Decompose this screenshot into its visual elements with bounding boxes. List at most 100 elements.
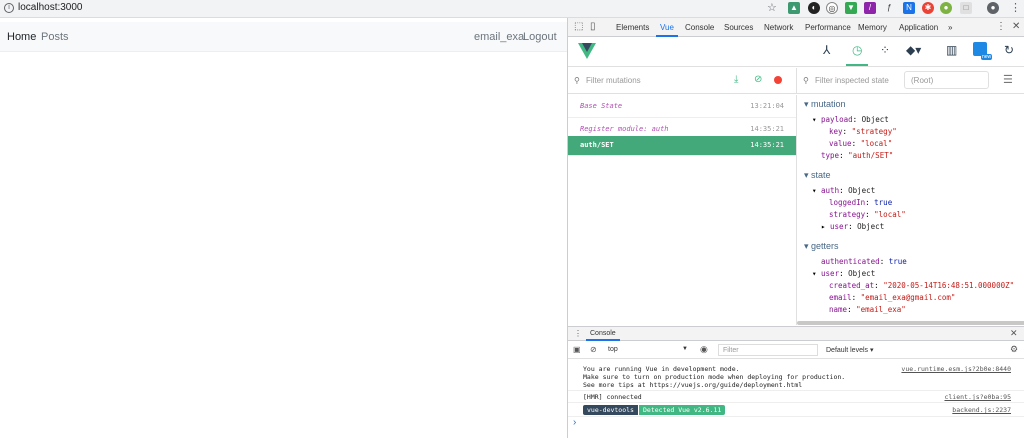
- revert-all-icon[interactable]: ⊘: [754, 74, 762, 85]
- authenticated-value: true: [888, 257, 907, 266]
- created-at-row: created_at: "2020-05-14T16:48:51.000000Z…: [829, 281, 1015, 290]
- payload-type: Object: [861, 115, 889, 124]
- components-tab-icon[interactable]: ⅄: [823, 43, 830, 57]
- mutation-row[interactable]: Base State 13:21:04: [568, 95, 796, 118]
- mutation-row-active[interactable]: auth/SET 14:35:21: [568, 136, 796, 156]
- star-icon[interactable]: ☆: [767, 1, 777, 14]
- tab-elements[interactable]: Elements: [616, 23, 649, 32]
- console-drawer: ⋮ Console ✕ ▣ ⊘ top ▼ ◉ Filter Default l…: [568, 326, 1024, 438]
- info-icon[interactable]: i: [4, 2, 14, 13]
- key-value: "strategy": [851, 127, 897, 136]
- console-settings-icon[interactable]: ⚙: [1010, 344, 1018, 355]
- events-tab-icon[interactable]: ⁘: [880, 43, 890, 57]
- mutations-filter-input[interactable]: Filter mutations: [586, 76, 641, 85]
- strategy-row: strategy: "local": [829, 210, 906, 219]
- getter-user-row[interactable]: ▾ user: Object: [812, 269, 875, 278]
- state-section-title[interactable]: ▾ state: [804, 170, 831, 181]
- root-selector[interactable]: (Root): [904, 71, 989, 89]
- eye-icon[interactable]: ◉: [700, 344, 708, 355]
- mutation-time: 14:35:21: [750, 141, 784, 149]
- inspect-icon[interactable]: ⬚: [574, 21, 583, 32]
- state-section-label: state: [811, 170, 831, 180]
- tab-network[interactable]: Network: [764, 23, 793, 32]
- nav-posts-link[interactable]: Posts: [41, 31, 69, 43]
- extension-cookie-icon[interactable]: ◎: [826, 2, 838, 14]
- name-row: name: "email_exa": [829, 305, 906, 314]
- sidebar-toggle-icon[interactable]: ▣: [573, 345, 581, 354]
- commit-all-icon[interactable]: ⤓: [734, 74, 738, 85]
- tab-console[interactable]: Console: [685, 23, 714, 32]
- type-row: type: "auth/SET": [821, 151, 894, 160]
- more-tabs-button[interactable]: »: [948, 23, 952, 32]
- state-filter-input[interactable]: Filter inspected state: [815, 76, 889, 85]
- refresh-icon[interactable]: ↻: [1004, 43, 1014, 57]
- extension-grey-icon[interactable]: □: [960, 2, 972, 14]
- console-message: You are running Vue in development mode.: [583, 365, 740, 373]
- menu-icon[interactable]: ⋮: [1010, 1, 1021, 14]
- payload-row[interactable]: ▾ payload: Object: [812, 115, 889, 124]
- console-divider: [568, 390, 1024, 391]
- console-prompt[interactable]: ›: [573, 417, 576, 428]
- clear-console-icon[interactable]: ⊘: [590, 345, 597, 354]
- vue-logo-icon: [578, 43, 596, 59]
- drawer-menu-icon[interactable]: ⋮: [574, 329, 582, 338]
- console-source-link[interactable]: backend.js:2237: [952, 406, 1011, 414]
- nav-home-link[interactable]: Home: [7, 31, 36, 43]
- devtools-close-icon[interactable]: ✕: [1012, 21, 1020, 32]
- getters-section-title[interactable]: ▾ getters: [804, 241, 839, 252]
- extension-circle-icon[interactable]: ◐: [808, 2, 820, 14]
- nav-user-link[interactable]: email_exa: [474, 31, 524, 43]
- profile-icon[interactable]: ●: [987, 2, 999, 14]
- strategy-value: "local": [874, 210, 906, 219]
- payload-value-row: value: "local": [829, 139, 893, 148]
- mutation-time: 14:35:21: [750, 125, 784, 133]
- extension-function-icon[interactable]: ƒ: [883, 2, 895, 14]
- console-drawer-tab[interactable]: Console: [590, 330, 616, 337]
- browser-toolbar: i localhost:3000 ☆ ▲ ◐ ◎ ▼ / ƒ N ✱ ● □ ●…: [0, 0, 1024, 18]
- value-key: value: [829, 139, 852, 148]
- address-bar[interactable]: i localhost:3000: [4, 2, 83, 13]
- tab-memory[interactable]: Memory: [858, 23, 887, 32]
- extension-ball-icon[interactable]: ●: [940, 2, 952, 14]
- url-text[interactable]: localhost:3000: [18, 2, 83, 13]
- filter-lines-icon[interactable]: ☰: [1003, 73, 1013, 86]
- auth-row[interactable]: ▾ auth: Object: [812, 186, 875, 195]
- console-message: Make sure to turn on production mode whe…: [583, 373, 846, 381]
- extension-pen-icon[interactable]: /: [864, 2, 876, 14]
- console-divider: [568, 402, 1024, 403]
- nav-logout-link[interactable]: Logout: [523, 31, 557, 43]
- auth-key: auth: [821, 186, 840, 195]
- routing-tab-icon[interactable]: ◆▾: [906, 43, 921, 57]
- extension-vue-icon[interactable]: ▼: [845, 2, 857, 14]
- type-value: "auth/SET": [848, 151, 894, 160]
- extension-settings-icon[interactable]: ✱: [922, 2, 934, 14]
- tab-application[interactable]: Application: [899, 23, 938, 32]
- devtools-menu-icon[interactable]: ⋮: [996, 21, 1006, 32]
- name-value: "email_exa": [856, 305, 906, 314]
- loggedin-value: true: [874, 198, 893, 207]
- state-inspector: ▾ mutation ▾ payload: Object key: "strat…: [796, 95, 1024, 325]
- state-user-row[interactable]: ▸ user: Object: [821, 222, 884, 231]
- context-dropdown-icon[interactable]: ▼: [682, 346, 688, 352]
- console-source-link[interactable]: vue.runtime.esm.js?2b0e:8440: [901, 365, 1011, 373]
- extension-triangle-icon[interactable]: ▲: [788, 2, 800, 14]
- extension-new-icon[interactable]: N: [903, 2, 915, 14]
- console-source-link[interactable]: client.js?e0ba:95: [944, 393, 1011, 401]
- tab-vue[interactable]: Vue: [660, 23, 674, 32]
- record-icon[interactable]: [774, 76, 782, 84]
- name-key: name: [829, 305, 848, 314]
- key-key: key: [829, 127, 843, 136]
- console-filter-input[interactable]: Filter: [718, 344, 818, 356]
- vuex-tab-icon[interactable]: ◷: [852, 43, 862, 57]
- performance-tab-icon[interactable]: ▥: [946, 43, 957, 57]
- type-key: type: [821, 151, 840, 160]
- context-selector[interactable]: top: [608, 346, 618, 353]
- drawer-close-icon[interactable]: ✕: [1010, 328, 1018, 339]
- mutation-section-title[interactable]: ▾ mutation: [804, 99, 846, 110]
- log-levels-dropdown[interactable]: Default levels ▾: [826, 346, 873, 354]
- horizontal-scrollbar[interactable]: [797, 321, 1024, 325]
- tab-sources[interactable]: Sources: [724, 23, 753, 32]
- device-icon[interactable]: ▯: [590, 21, 596, 32]
- tab-performance[interactable]: Performance: [805, 23, 851, 32]
- state-filter-bar: ⚲ Filter inspected state (Root) ☰: [796, 68, 1024, 94]
